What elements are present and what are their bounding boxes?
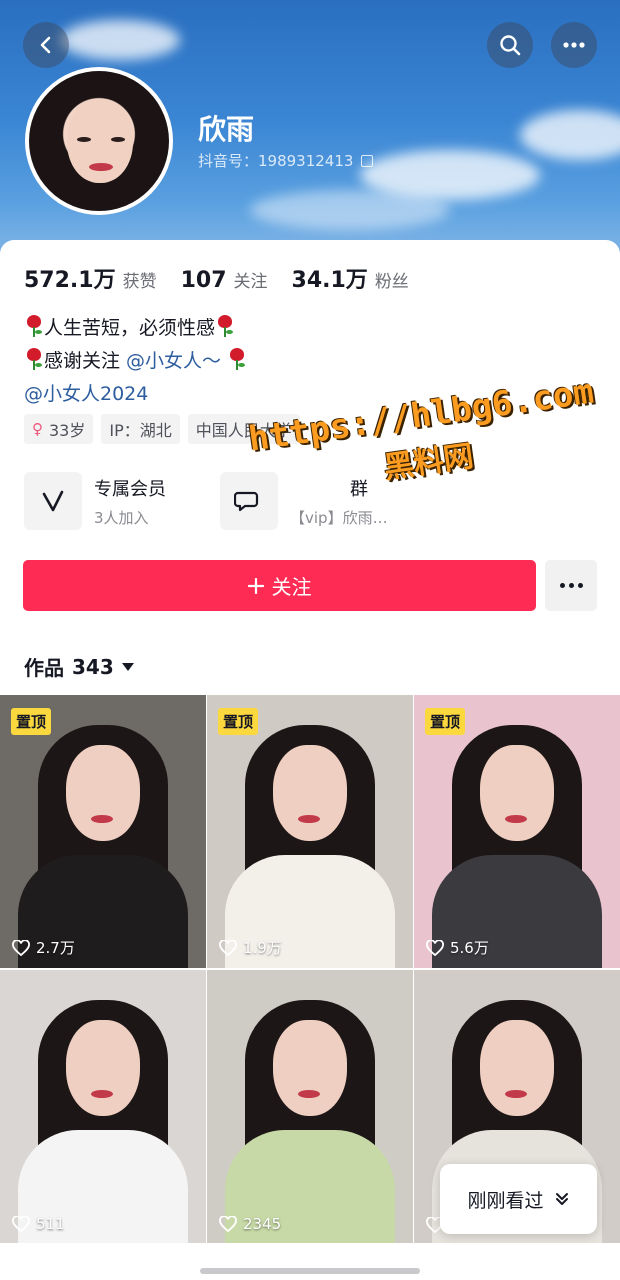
video-thumbnail-person (18, 725, 188, 968)
entry-title: 专属会员 (94, 478, 166, 500)
search-button[interactable] (487, 22, 533, 68)
heart-icon (12, 939, 30, 956)
rose-icon (24, 348, 44, 370)
plus-icon (247, 577, 264, 594)
works-tab[interactable]: 作品 343 (24, 652, 134, 681)
recently-viewed-button[interactable]: 刚刚看过 (440, 1164, 597, 1234)
video-tile[interactable]: 置顶 1.9万 (207, 695, 413, 968)
entry-subtitle: 【vip】欣雨… (290, 508, 388, 527)
bio-line-1: 人生苦短，必须性感 (24, 312, 247, 345)
like-count: 511 (36, 1215, 65, 1233)
age-tag: ♀ 33岁 (24, 414, 94, 444)
video-tile[interactable]: 置顶 5.6万 (414, 695, 620, 968)
bio-text: 感谢关注 (44, 350, 127, 372)
video-thumbnail-person (18, 1000, 188, 1243)
video-likes: 2.7万 (12, 937, 75, 958)
female-icon: ♀ (32, 420, 43, 438)
video-thumbnail-person (432, 725, 602, 968)
video-likes: 2345 (219, 1215, 281, 1233)
douyin-id-row[interactable]: 抖音号：1989312413 (198, 150, 374, 171)
pinned-badge: 置顶 (11, 708, 52, 735)
age-text: 33岁 (49, 421, 86, 440)
bio: 人生苦短，必须性感 感谢关注 @小女人～ @小女人2024 (24, 312, 247, 411)
heart-icon (219, 1216, 237, 1232)
bio-line-3: @小女人2024 (24, 378, 247, 411)
more-actions-button[interactable] (545, 560, 597, 611)
home-indicator (200, 1268, 420, 1274)
profile-page: 欣雨 抖音号：1989312413 572.1万 获赞 107 关注 34.1万… (0, 0, 620, 1280)
like-count: 2345 (243, 1215, 282, 1233)
video-likes: 511 (12, 1215, 65, 1233)
pinned-badge: 置顶 (218, 708, 259, 735)
follow-button[interactable]: 关注 (23, 560, 536, 611)
stat-following[interactable]: 107 关注 (181, 267, 268, 293)
douyin-id: 抖音号：1989312413 (198, 152, 354, 170)
video-likes: 1.9万 (219, 937, 282, 958)
stat-likes[interactable]: 572.1万 获赞 (24, 262, 157, 294)
chevron-left-icon (40, 36, 51, 54)
mention-link[interactable]: @小女人2024 (24, 383, 148, 405)
vip-icon (24, 472, 82, 530)
heart-icon (12, 1216, 30, 1232)
entry-subtitle: 3人加入 (94, 508, 149, 527)
avatar-eye-right (111, 137, 125, 142)
avatar-lips (89, 163, 113, 171)
member-entry-text: 专属会员 3人加入 (94, 475, 166, 528)
pinned-badge: 置顶 (425, 708, 466, 735)
video-tile[interactable]: 511 (0, 970, 206, 1243)
stat-followers[interactable]: 34.1万 粉丝 (292, 262, 409, 294)
heart-icon (426, 939, 444, 956)
video-thumbnail-person (225, 725, 395, 968)
more-horizontal-icon (563, 42, 585, 48)
bio-text: 人生苦短，必须性感 (44, 317, 216, 339)
ip-text: IP：湖北 (109, 421, 172, 440)
video-thumbnail-person (225, 1000, 395, 1243)
rose-icon (227, 348, 247, 370)
like-count: 5.6万 (450, 939, 489, 957)
stat-label: 关注 (233, 272, 268, 292)
video-tile[interactable]: 置顶 2.7万 (0, 695, 206, 968)
follow-label: 关注 (271, 575, 312, 599)
stat-value: 34.1万 (291, 268, 368, 293)
recently-viewed-label: 刚刚看过 (467, 1189, 544, 1212)
copy-icon[interactable] (361, 154, 374, 167)
video-likes: 5.6万 (426, 937, 489, 958)
heart-icon (219, 939, 237, 956)
stat-label: 粉丝 (374, 272, 409, 292)
ip-tag: IP：湖北 (101, 414, 180, 444)
rose-icon (24, 315, 44, 337)
member-entry[interactable]: 专属会员 3人加入 (24, 472, 166, 530)
avatar[interactable] (25, 67, 173, 215)
bio-line-2: 感谢关注 @小女人～ (24, 345, 247, 378)
works-count: 343 (72, 654, 114, 679)
rose-icon (215, 315, 235, 337)
stats-row: 572.1万 获赞 107 关注 34.1万 粉丝 (24, 262, 433, 294)
avatar-eye-left (77, 137, 91, 142)
like-count: 2.7万 (36, 939, 75, 957)
like-count: 1.9万 (243, 939, 282, 957)
profile-name: 欣雨 (198, 113, 255, 146)
works-label: 作品 (24, 656, 64, 680)
search-icon (500, 35, 521, 56)
more-options-button[interactable] (551, 22, 597, 68)
double-chevron-down-icon (555, 1193, 568, 1205)
stat-label: 获赞 (122, 272, 157, 292)
mention-link[interactable]: @小女人～ (126, 350, 221, 372)
video-tile[interactable]: 2345 (207, 970, 413, 1243)
stat-value: 572.1万 (24, 268, 116, 293)
caret-down-icon (121, 662, 134, 671)
back-button[interactable] (23, 22, 69, 68)
stat-value: 107 (180, 268, 227, 293)
